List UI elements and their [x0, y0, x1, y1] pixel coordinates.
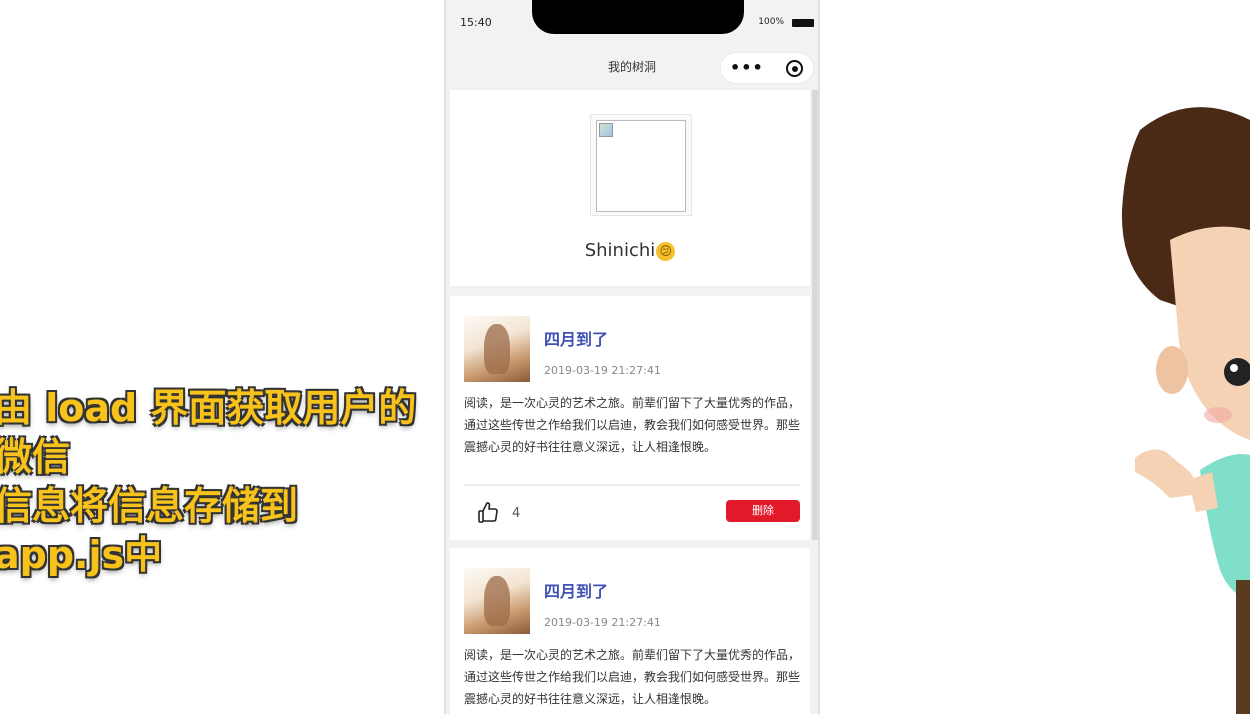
post-date: 2019-03-19 21:27:41 — [544, 364, 661, 377]
status-time: 15:40 — [460, 16, 492, 29]
battery-percent: 100% — [758, 17, 784, 27]
caption-line-2: 微信 — [0, 435, 71, 479]
avatar — [590, 114, 692, 216]
mini-program-navbar: 我的树洞 ••• — [446, 46, 818, 90]
post-title[interactable]: 四月到了 — [544, 326, 608, 350]
more-dots-icon[interactable]: ••• — [730, 60, 764, 76]
post-date: 2019-03-19 21:27:41 — [544, 616, 661, 629]
caption-line-1: 由 load 界面获取用户的 — [0, 386, 417, 430]
target-icon[interactable] — [786, 60, 803, 77]
delete-button[interactable]: 删除 — [726, 500, 800, 522]
battery-icon — [792, 19, 814, 27]
caption-line-4: app.js中 — [0, 533, 163, 577]
post-body: 阅读，是一次心灵的艺术之旅。前辈们留下了大量优秀的作品，通过这些传世之作给我们以… — [464, 648, 801, 706]
capsule-menu: ••• — [720, 52, 814, 84]
caption-line-3: 信息将信息存储到 — [0, 484, 299, 528]
post-card[interactable]: 四月到了 2019-03-19 21:27:41 阅读，是一次心灵的艺术之旅。前… — [450, 548, 810, 714]
post-title[interactable]: 四月到了 — [544, 578, 608, 602]
scroll-shadow — [812, 90, 818, 540]
post-card[interactable]: 四月到了 2019-03-19 21:27:41 阅读，是一次心灵的艺术之旅。前… — [450, 296, 810, 540]
divider — [464, 484, 800, 486]
phone-screen: 15:40 100% 我的树洞 ••• Shinichi 😕 四月到了 2019-… — [444, 0, 820, 714]
video-caption: 由 load 界面获取用户的 微信 信息将信息存储到 app.js中 — [0, 384, 434, 580]
username-text: Shinichi — [584, 240, 656, 261]
phone-notch — [532, 0, 744, 34]
post-body: 阅读，是一次心灵的艺术之旅。前辈们留下了大量优秀的作品，通过这些传世之作给我们以… — [464, 396, 801, 454]
post-thumbnail — [464, 316, 530, 382]
confused-emoji-icon: 😕 — [656, 241, 676, 261]
post-thumbnail — [464, 568, 530, 634]
username: Shinichi 😕 — [450, 240, 810, 261]
status-bar: 15:40 100% — [446, 0, 818, 46]
avatar-image — [596, 120, 686, 212]
cartoon-character — [1121, 107, 1250, 714]
like-count: 4 — [512, 506, 521, 521]
broken-image-icon — [599, 123, 613, 137]
thumbs-up-icon[interactable] — [476, 500, 500, 524]
profile-card: Shinichi 😕 — [450, 90, 810, 286]
